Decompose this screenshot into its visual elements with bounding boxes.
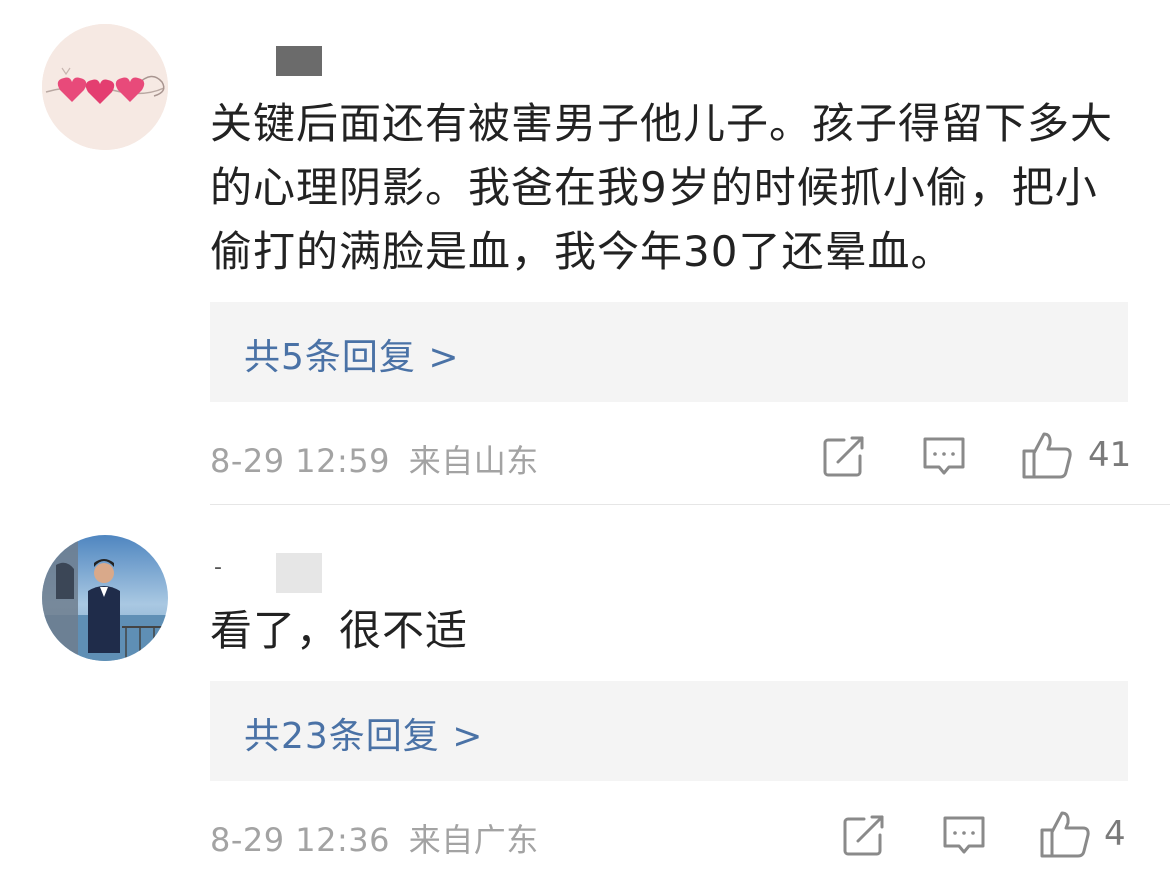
comment-location: 来自山东 [408, 442, 539, 480]
share-icon [843, 815, 884, 856]
thumbs-up-icon [1022, 432, 1072, 479]
share-button[interactable] [840, 811, 890, 861]
like-count: 41 [1088, 435, 1132, 475]
like-count: 4 [1104, 814, 1126, 854]
username-prefix: - [214, 555, 222, 580]
comment-button[interactable] [940, 811, 990, 861]
comment-icon [943, 816, 985, 854]
avatar[interactable] [42, 24, 168, 150]
comment-text: 看了，很不适 [210, 606, 469, 655]
view-replies-link[interactable]: 共5条回复 > [244, 328, 460, 380]
view-replies-link[interactable]: 共23条回复 > [244, 707, 483, 759]
comment-date: 8-29 12:59 [210, 442, 391, 480]
comment-icon [923, 437, 965, 475]
avatar[interactable] [42, 535, 168, 661]
replies-panel[interactable]: 共23条回复 > [210, 681, 1128, 781]
share-button[interactable] [820, 432, 870, 482]
like-button[interactable] [1038, 807, 1092, 861]
comment-date: 8-29 12:36 [210, 821, 391, 859]
avatar-image [42, 24, 168, 150]
comment-meta: 8-29 12:36 来自广东 [210, 815, 539, 861]
like-button[interactable] [1020, 428, 1074, 482]
comment-text: 关键后面还有被害男子他儿子。孩子得留下多大的心理阴影。我爸在我9岁的时候抓小偷，… [210, 99, 1114, 276]
replies-panel[interactable]: 共5条回复 > [210, 302, 1128, 402]
comment-button[interactable] [920, 432, 970, 482]
share-icon [823, 436, 864, 477]
comment-item: - 看了，很不适 共23条回复 > 8-29 12:36 来自广东 4 [0, 505, 1170, 874]
comment-location: 来自广东 [408, 821, 539, 859]
comment-meta: 8-29 12:59 来自山东 [210, 436, 539, 482]
thumbs-up-icon [1040, 811, 1090, 858]
comment-item: 关键后面还有被害男子他儿子。孩子得留下多大的心理阴影。我爸在我9岁的时候抓小偷，… [0, 0, 1170, 504]
username-redacted[interactable] [276, 553, 322, 593]
avatar-image [42, 535, 168, 661]
username-redacted[interactable] [276, 46, 322, 76]
